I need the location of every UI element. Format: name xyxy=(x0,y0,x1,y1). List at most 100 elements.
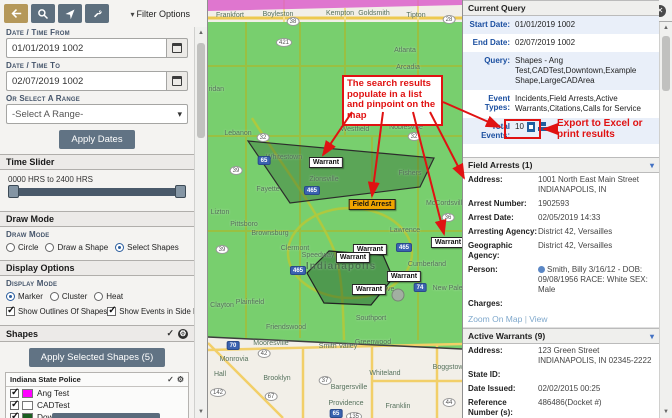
gear-icon[interactable]: ⚙ xyxy=(178,329,188,339)
checkbox-show-events-in-side-bar[interactable]: Show Events in Side Bar xyxy=(107,307,205,316)
query-row: Event Types:Incidents,Field Arrests,Acti… xyxy=(463,90,659,118)
map-town-label: Providence xyxy=(328,400,363,407)
map-town-label: Lebanon xyxy=(224,130,251,137)
export-excel-icon[interactable] xyxy=(527,122,535,132)
road-shield: 142 xyxy=(210,388,226,397)
road-shield: 36 xyxy=(442,213,455,222)
map-town-label: Goldsmith xyxy=(358,10,390,17)
map-toolbar: ▾Filter Options xyxy=(0,0,194,25)
map-town-label: Sheridan xyxy=(208,86,224,93)
map-town-label: Whitestown xyxy=(266,154,302,161)
radio-cluster[interactable]: Cluster xyxy=(50,292,87,301)
scroll-up-arrow[interactable]: ▲ xyxy=(195,27,207,39)
apply-shapes-partial-button[interactable] xyxy=(52,413,160,418)
range-select[interactable]: -Select A Range- ▾ xyxy=(6,104,188,124)
query-row: Query:Shapes - Ang Test,CADTest,Downtown… xyxy=(463,52,659,90)
tools-button[interactable] xyxy=(85,4,109,23)
export-annotation-text: Export to Excel or print results xyxy=(557,118,667,140)
scroll-up-arrow[interactable]: ▲ xyxy=(660,22,672,34)
location-arrow-icon xyxy=(64,8,76,20)
right-panel-scrollbar[interactable]: ▲ ▼ xyxy=(659,22,672,418)
road-shield: 39 xyxy=(216,245,229,254)
radio-circle[interactable]: Circle xyxy=(6,243,38,252)
radio-marker[interactable]: Marker xyxy=(6,292,43,301)
print-icon[interactable] xyxy=(538,122,548,131)
map-town-label: Fayette xyxy=(256,186,279,193)
field-arrest-record: Address:1001 North East Main Street INDI… xyxy=(463,173,659,311)
time-slider-range-text: 0000 HRS to 2400 HRS xyxy=(8,175,186,184)
draw-mode-options: Circle Draw a Shape Select Shapes xyxy=(0,240,194,256)
warrant-marker[interactable]: Warrant xyxy=(431,237,462,248)
map-town-label: Greenwood xyxy=(355,339,391,346)
filter-options-toggle[interactable]: ▾Filter Options xyxy=(130,9,190,19)
apply-dates-button[interactable]: Apply Dates xyxy=(59,130,134,149)
shape-color-swatch xyxy=(22,413,33,418)
filter-panel: ▾Filter Options Date / Time From Date / … xyxy=(0,0,208,418)
detail-row: Arrest Number:1902593 xyxy=(463,197,659,211)
road-shield: 465 xyxy=(396,243,412,252)
locate-button[interactable] xyxy=(58,4,82,23)
apply-shapes-button[interactable]: Apply Selected Shapes (5) xyxy=(29,348,165,367)
chevron-down-icon[interactable]: ▾ xyxy=(650,332,654,341)
slider-handle-start[interactable] xyxy=(8,185,19,198)
radio-select-shapes[interactable]: Select Shapes xyxy=(115,243,179,252)
left-panel-scrollbar[interactable]: ▲ ▼ xyxy=(194,27,207,418)
scroll-down-arrow[interactable]: ▼ xyxy=(660,406,672,418)
date-from-input[interactable] xyxy=(6,38,166,58)
map-town-label: Clayton xyxy=(210,302,234,309)
back-button[interactable] xyxy=(4,4,28,23)
detail-row: Address:123 Green Street INDIANAPOLIS, I… xyxy=(463,344,659,368)
map-town-label: Bargersville xyxy=(331,384,368,391)
checkbox-show-outlines-of-shapes[interactable]: Show Outlines Of Shapes xyxy=(6,307,107,316)
map-town-label: Boggstown xyxy=(433,364,462,371)
warrant-marker[interactable]: Warrant xyxy=(336,252,370,263)
map-town-label: Friendswood xyxy=(266,324,306,331)
scroll-thumb[interactable] xyxy=(662,36,670,91)
check-icon[interactable]: ✓ xyxy=(167,375,174,384)
date-to-input[interactable] xyxy=(6,71,166,91)
shape-item-ang-test[interactable]: Ang Test xyxy=(6,387,188,399)
scroll-down-arrow[interactable]: ▼ xyxy=(195,406,207,418)
field-arrest-marker[interactable]: Field Arrest xyxy=(349,199,396,210)
check-icon[interactable]: ✓ xyxy=(166,328,174,339)
map-town-label: Brooklyn xyxy=(263,375,290,382)
radio-heat[interactable]: Heat xyxy=(94,292,123,301)
calendar-icon[interactable] xyxy=(166,71,188,91)
shape-color-swatch xyxy=(22,401,33,410)
detail-row: State ID: xyxy=(463,368,659,382)
road-shield: 65 xyxy=(258,156,271,165)
link-view[interactable]: View xyxy=(529,314,547,324)
warrant-marker[interactable]: Warrant xyxy=(352,284,386,295)
scroll-thumb[interactable] xyxy=(197,43,205,138)
link-zoom-on-map[interactable]: Zoom On Map xyxy=(468,314,522,324)
map-town-label: Whiteland xyxy=(369,370,400,377)
slider-handle-end[interactable] xyxy=(175,185,186,198)
warrant-marker[interactable]: Warrant xyxy=(387,271,421,282)
field-arrest-links: Zoom On Map | View xyxy=(463,311,659,328)
map-town-label: Hall xyxy=(214,371,226,378)
field-arrests-header[interactable]: Field Arrests (1) ▾ xyxy=(463,157,659,173)
date-from-label: Date / Time From xyxy=(0,25,194,38)
current-query-header: Current Query xyxy=(463,0,659,16)
shape-item-cadtest[interactable]: CADTest xyxy=(6,399,188,411)
chevron-down-icon[interactable]: ▾ xyxy=(650,161,654,170)
active-warrants-header[interactable]: Active Warrants (9) ▾ xyxy=(463,328,659,344)
map-town-label: Smith Valley xyxy=(319,343,357,350)
map-town-label: Pittsboro xyxy=(230,221,258,228)
road-shield: 135 xyxy=(346,412,362,418)
calendar-icon[interactable] xyxy=(166,38,188,58)
warrant-marker[interactable]: Warrant xyxy=(309,157,343,168)
map-canvas[interactable]: FrankfortBoylestonKemptonGoldsmithTipton… xyxy=(208,0,462,418)
time-slider-track[interactable] xyxy=(10,188,184,196)
road-shield: 465 xyxy=(304,186,320,195)
map-town-label: Tipton xyxy=(406,12,425,19)
back-arrow-icon xyxy=(10,8,23,19)
query-row: Start Date:01/01/2019 1002 xyxy=(463,16,659,34)
road-shield: 465 xyxy=(290,266,306,275)
radio-draw-a-shape[interactable]: Draw a Shape xyxy=(45,243,108,252)
search-button[interactable] xyxy=(31,4,55,23)
gear-icon[interactable]: ⚙ xyxy=(177,375,184,384)
road-shield: 28 xyxy=(443,15,456,24)
shape-group-label: Indiana State Police xyxy=(10,375,81,384)
road-shield: 44 xyxy=(443,398,456,407)
